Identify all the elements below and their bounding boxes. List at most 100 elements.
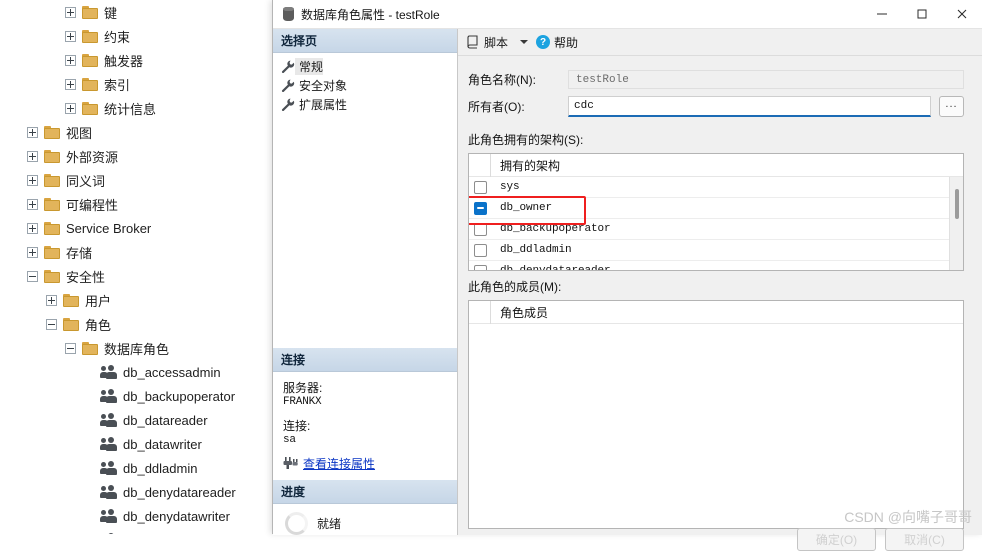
collapse-icon[interactable] — [65, 342, 76, 354]
tree-node-角色[interactable]: 角色 — [0, 312, 272, 336]
tree-node-db_datareader[interactable]: db_datareader — [0, 408, 272, 432]
schema-checkbox-cell[interactable] — [469, 219, 491, 240]
role-icon — [100, 389, 117, 403]
tree-node-label: db_accessadmin — [123, 364, 221, 380]
schema-checkbox-cell[interactable] — [469, 261, 491, 270]
folder-icon — [82, 341, 98, 355]
general-page-form: 角色名称(N): testRole 所有者(O): cdc ... 此角色拥有的… — [458, 56, 982, 551]
schema-row[interactable]: db_owner — [469, 198, 963, 219]
folder-icon — [82, 53, 98, 67]
tree-node-安全性[interactable]: 安全性 — [0, 264, 272, 288]
expand-icon[interactable] — [65, 78, 76, 90]
tree-node-db_denydatawriter[interactable]: db_denydatawriter — [0, 504, 272, 528]
schemas-scrollbar[interactable] — [949, 177, 963, 270]
wrench-icon — [281, 98, 295, 111]
role-icon — [100, 413, 117, 427]
tree-node-db_owner[interactable]: db_owner — [0, 528, 272, 534]
expand-icon[interactable] — [27, 126, 38, 138]
expand-icon[interactable] — [65, 30, 76, 42]
minimize-button[interactable] — [862, 0, 902, 28]
dialog-left-pane: 选择页 常规 安全对象 扩展属性 连接 服务器: FRANKX 连接: sa 查… — [273, 29, 458, 535]
owner-input[interactable]: cdc — [568, 96, 931, 117]
folder-icon — [44, 197, 60, 211]
tree-node-视图[interactable]: 视图 — [0, 120, 272, 144]
checkbox-unchecked[interactable] — [473, 180, 487, 194]
page-item-常规[interactable]: 常规 — [273, 57, 457, 76]
tree-node-同义词[interactable]: 同义词 — [0, 168, 272, 192]
schema-row[interactable]: db_denydatareader — [469, 261, 963, 270]
tree-node-存储[interactable]: 存储 — [0, 240, 272, 264]
dialog-button[interactable]: 确定(O) — [797, 528, 876, 551]
schema-checkbox-cell[interactable] — [469, 240, 491, 261]
expand-icon[interactable] — [27, 222, 38, 234]
tree-node-label: 触发器 — [104, 53, 144, 69]
schema-name: db_backupoperator — [500, 223, 611, 235]
schema-row[interactable]: db_backupoperator — [469, 219, 963, 240]
wrench-icon — [281, 60, 295, 73]
maximize-button[interactable] — [902, 0, 942, 28]
checkbox-unchecked[interactable] — [473, 264, 487, 270]
script-button[interactable]: 脚本 — [466, 34, 508, 51]
connection-value: sa — [283, 434, 296, 446]
expand-icon[interactable] — [65, 6, 76, 18]
owned-schemas-listbox[interactable]: 拥有的架构 sys db_owner db_backupoperator db_ddl… — [468, 153, 964, 271]
tree-node-Service-Broker[interactable]: Service Broker — [0, 216, 272, 240]
schemas-list-header: 拥有的架构 — [469, 154, 963, 177]
tree-node-label: db_datareader — [123, 412, 208, 428]
dialog-right-pane: 脚本 ? 帮助 角色名称(N): testRole 所有者(O): cdc ..… — [458, 29, 982, 551]
expand-icon[interactable] — [65, 102, 76, 114]
owner-browse-button[interactable]: ... — [939, 96, 964, 117]
folder-icon — [82, 101, 98, 115]
expand-icon[interactable] — [27, 174, 38, 186]
help-label: 帮助 — [554, 35, 579, 50]
schema-name: sys — [500, 181, 520, 193]
collapse-icon[interactable] — [46, 318, 57, 330]
object-explorer-tree[interactable]: 键约束触发器索引 统计信息 视图 外部资源 同义词 可编程性 Service Broker 存… — [0, 0, 272, 534]
tree-node-约束[interactable]: 约束 — [0, 24, 272, 48]
plug-icon — [283, 457, 298, 470]
tree-node-可编程性[interactable]: 可编程性 — [0, 192, 272, 216]
schemas-label: 此角色拥有的架构(S): — [468, 133, 584, 147]
collapse-icon[interactable] — [27, 270, 38, 282]
view-connection-properties-row[interactable]: 查看连接属性 — [283, 455, 457, 472]
schemas-scrollbar-thumb[interactable] — [955, 189, 959, 219]
expand-icon[interactable] — [27, 198, 38, 210]
schema-checkbox-cell[interactable] — [469, 198, 491, 219]
view-connection-properties-link[interactable]: 查看连接属性 — [303, 455, 375, 472]
expand-icon[interactable] — [65, 54, 76, 66]
tree-node-触发器[interactable]: 触发器 — [0, 48, 272, 72]
schema-checkbox-cell[interactable] — [469, 177, 491, 198]
tree-node-db_backupoperator[interactable]: db_backupoperator — [0, 384, 272, 408]
dialog-button[interactable]: 取消(C) — [885, 528, 964, 551]
select-page-list[interactable]: 常规 安全对象 扩展属性 — [273, 53, 457, 114]
tree-node-数据库角色[interactable]: 数据库角色 — [0, 336, 272, 360]
tree-node-db_ddladmin[interactable]: db_ddladmin — [0, 456, 272, 480]
page-item-安全对象[interactable]: 安全对象 — [273, 76, 457, 95]
schema-row[interactable]: db_ddladmin — [469, 240, 963, 261]
tree-node-db_accessadmin[interactable]: db_accessadmin — [0, 360, 272, 384]
checkbox-unchecked[interactable] — [473, 243, 487, 257]
expand-icon[interactable] — [27, 246, 38, 258]
expand-icon[interactable] — [46, 294, 57, 306]
checkbox-indeterminate[interactable] — [473, 201, 487, 215]
tree-node-外部资源[interactable]: 外部资源 — [0, 144, 272, 168]
tree-node-用户[interactable]: 用户 — [0, 288, 272, 312]
page-item-扩展属性[interactable]: 扩展属性 — [273, 95, 457, 114]
schema-row[interactable]: sys — [469, 177, 963, 198]
tree-node-索引[interactable]: 索引 — [0, 72, 272, 96]
expand-icon[interactable] — [27, 150, 38, 162]
dialog-title-bar[interactable]: 数据库角色属性 - testRole — [273, 0, 982, 29]
help-button[interactable]: ? 帮助 — [536, 34, 578, 51]
checkbox-unchecked[interactable] — [473, 222, 487, 236]
tree-node-统计信息[interactable]: 统计信息 — [0, 96, 272, 120]
tree-node-label: db_backupoperator — [123, 388, 236, 404]
folder-icon — [82, 29, 98, 43]
tree-node-键[interactable]: 键 — [0, 0, 272, 24]
schema-name: db_owner — [500, 202, 553, 214]
tree-node-db_denydatareader[interactable]: db_denydatareader — [0, 480, 272, 504]
role-members-listbox[interactable]: 角色成员 — [468, 300, 964, 529]
tree-node-db_datawriter[interactable]: db_datawriter — [0, 432, 272, 456]
chevron-down-icon[interactable] — [520, 40, 529, 44]
close-button[interactable] — [942, 0, 982, 28]
